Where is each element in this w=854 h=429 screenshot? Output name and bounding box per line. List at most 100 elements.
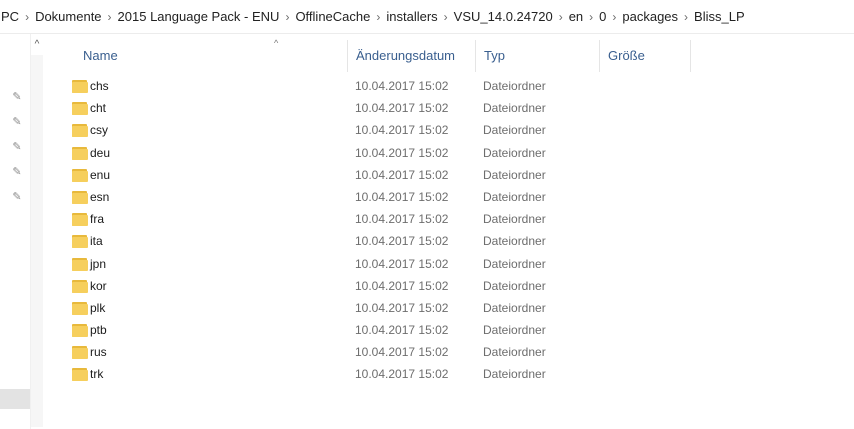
file-modified-date: 10.04.2017 15:02 (355, 345, 449, 360)
folder-icon (72, 301, 88, 315)
breadcrumb-item[interactable]: installers (383, 8, 440, 26)
breadcrumb-separator-icon[interactable]: › (282, 10, 292, 24)
file-row[interactable]: ptb 10.04.2017 15:02 Dateiordner (45, 320, 695, 342)
file-modified-date: 10.04.2017 15:02 (355, 123, 449, 138)
file-list: chs 10.04.2017 15:02 Dateiordner cht 10.04.2… (45, 76, 695, 387)
folder-icon (72, 367, 88, 382)
file-name: ita (90, 234, 103, 249)
file-type: Dateiordner (483, 278, 546, 293)
file-name: trk (90, 367, 104, 382)
pin-icon: ✎ (12, 116, 22, 128)
folder-icon (72, 123, 88, 138)
navigation-pane[interactable]: ✎ ✎ ✎ ✎ ✎ (0, 34, 31, 429)
folder-icon (72, 168, 88, 182)
file-type: Dateiordner (483, 123, 546, 138)
breadcrumb-item[interactable]: PC (0, 8, 22, 26)
file-modified-date: 10.04.2017 15:02 (355, 212, 449, 227)
folder-icon (72, 212, 88, 227)
folder-icon (72, 279, 88, 293)
file-row[interactable]: trk 10.04.2017 15:02 Dateiordner (45, 364, 695, 386)
file-name: esn (90, 189, 110, 204)
file-row[interactable]: esn 10.04.2017 15:02 Dateiordner (45, 187, 695, 209)
file-row[interactable]: plk 10.04.2017 15:02 Dateiordner (45, 298, 695, 320)
breadcrumb-separator-icon[interactable]: › (556, 10, 566, 24)
file-name: fra (90, 212, 105, 227)
folder-icon (72, 79, 88, 93)
file-row[interactable]: chs 10.04.2017 15:02 Dateiordner (45, 76, 695, 98)
column-header-name-label: Name (83, 48, 118, 63)
file-modified-date: 10.04.2017 15:02 (355, 300, 449, 315)
file-name: kor (90, 278, 107, 293)
nav-scrollbar[interactable] (31, 55, 43, 427)
file-name: plk (90, 300, 106, 315)
pin-icon: ✎ (12, 141, 22, 153)
file-type: Dateiordner (483, 79, 546, 93)
file-modified-date: 10.04.2017 15:02 (355, 234, 449, 249)
breadcrumb-separator-icon[interactable]: › (609, 10, 619, 24)
file-modified-date: 10.04.2017 15:02 (355, 278, 449, 293)
column-header-row: Name ^ Änderungsdatum Typ Größe (45, 38, 695, 72)
file-row[interactable]: csy 10.04.2017 15:02 Dateiordner (45, 120, 695, 142)
folder-icon (72, 190, 88, 204)
folder-icon (72, 146, 88, 160)
file-row[interactable]: cht 10.04.2017 15:02 Dateiordner (45, 98, 695, 120)
file-type: Dateiordner (483, 101, 546, 116)
file-row[interactable]: deu 10.04.2017 15:02 Dateiordner (45, 143, 695, 165)
breadcrumb-separator-icon[interactable]: › (22, 10, 32, 24)
file-row[interactable]: jpn 10.04.2017 15:02 Dateiordner (45, 254, 695, 276)
file-row[interactable]: rus 10.04.2017 15:02 Dateiordner (45, 342, 695, 364)
file-name: enu (90, 167, 111, 182)
pin-icon: ✎ (12, 166, 22, 178)
scroll-up-icon[interactable]: ^ (30, 37, 44, 53)
file-modified-date: 10.04.2017 15:02 (355, 101, 449, 116)
pin-icon: ✎ (12, 91, 22, 103)
breadcrumb-separator-icon[interactable]: › (373, 10, 383, 24)
folder-icon (72, 234, 88, 249)
column-header-size[interactable]: Größe (599, 40, 691, 72)
column-header-name[interactable]: Name ^ (75, 38, 347, 72)
file-name: cht (90, 101, 107, 116)
breadcrumb-item[interactable]: 0 (596, 8, 609, 26)
file-modified-date: 10.04.2017 15:02 (355, 323, 449, 338)
sort-ascending-icon: ^ (274, 38, 279, 48)
breadcrumb-separator-icon[interactable]: › (586, 10, 596, 24)
folder-icon (72, 345, 88, 360)
file-row[interactable]: enu 10.04.2017 15:02 Dateiordner (45, 165, 695, 187)
breadcrumb-item[interactable]: 2015 Language Pack - ENU (115, 8, 283, 26)
address-breadcrumb: PC › Dokumente › 2015 Language Pack - ENU › Of… (0, 0, 854, 34)
nav-selected-item[interactable] (0, 389, 30, 409)
pin-icon: ✎ (12, 191, 22, 203)
file-type: Dateiordner (483, 256, 546, 271)
file-name: deu (90, 145, 111, 160)
file-name: jpn (90, 256, 107, 271)
column-header-date[interactable]: Änderungsdatum (347, 40, 475, 72)
file-type: Dateiordner (483, 345, 546, 360)
file-name: ptb (90, 323, 107, 338)
breadcrumb-item[interactable]: en (566, 8, 586, 26)
column-header-type[interactable]: Typ (475, 40, 599, 72)
file-modified-date: 10.04.2017 15:02 (355, 167, 449, 182)
breadcrumb-item[interactable]: VSU_14.0.24720 (451, 8, 556, 26)
file-modified-date: 10.04.2017 15:02 (355, 256, 449, 271)
file-type: Dateiordner (483, 367, 546, 382)
breadcrumb-separator-icon[interactable]: › (441, 10, 451, 24)
file-name: csy (90, 123, 108, 138)
file-row[interactable]: kor 10.04.2017 15:02 Dateiordner (45, 276, 695, 298)
folder-icon (72, 323, 88, 338)
file-row[interactable]: fra 10.04.2017 15:02 Dateiordner (45, 209, 695, 231)
file-type: Dateiordner (483, 145, 546, 160)
file-row[interactable]: ita 10.04.2017 15:02 Dateiordner (45, 231, 695, 253)
file-modified-date: 10.04.2017 15:02 (355, 189, 449, 204)
breadcrumb-separator-icon[interactable]: › (681, 10, 691, 24)
file-modified-date: 10.04.2017 15:02 (355, 79, 449, 93)
breadcrumb-separator-icon[interactable]: › (105, 10, 115, 24)
breadcrumb-item[interactable]: packages (619, 8, 681, 26)
breadcrumb-item[interactable]: Dokumente (32, 8, 104, 26)
breadcrumb-item[interactable]: OfflineCache (292, 8, 373, 26)
file-modified-date: 10.04.2017 15:02 (355, 145, 449, 160)
file-type: Dateiordner (483, 212, 546, 227)
file-type: Dateiordner (483, 167, 546, 182)
file-name: chs (90, 79, 109, 93)
breadcrumb-item[interactable]: Bliss_LP (691, 8, 748, 26)
file-modified-date: 10.04.2017 15:02 (355, 367, 449, 382)
